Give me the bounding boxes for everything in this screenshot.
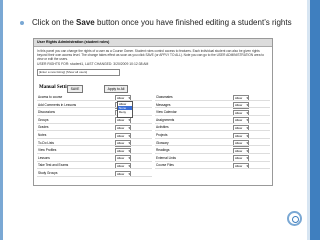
dropdown-option[interactable]: Deny	[118, 110, 132, 114]
rights-row-left: Add Comments in LessonsAllow	[37, 102, 152, 109]
rights-row-left: Study Groups Allow	[37, 170, 152, 177]
users-line: USER RIGHTS FOR: student1, LAST CHANGED:…	[37, 62, 149, 66]
rights-row-right: Classmates Allow	[155, 94, 270, 101]
rights-row-right: View Calendar Allow	[155, 109, 270, 117]
rights-row-right: Projects Allow	[155, 132, 270, 139]
screenshot-intro: In this panel you can change the rights …	[37, 49, 265, 61]
rights-row-left: Groups Allow	[37, 117, 152, 124]
rights-row-left: To-Do Lists Allow	[37, 140, 152, 147]
search-input[interactable]: [Enter a new listing] [Show all users]	[37, 69, 120, 76]
manual-setting-row: Manual Setting SAVE Apply to All	[37, 84, 267, 93]
circle-icon	[292, 216, 299, 223]
rights-row-left: DiscussionsAllow	[37, 109, 152, 117]
rights-row-right: Course Files Allow	[155, 162, 270, 170]
rights-row-left: Grades Allow	[37, 124, 152, 132]
save-button[interactable]: SAVE	[67, 85, 83, 93]
rights-row-left: Notes Allow	[37, 132, 152, 139]
rights-row-left: Lessons Allow	[37, 155, 152, 162]
rights-row-left: View Profiles Allow	[37, 147, 152, 155]
instruction-pre: Click on the	[32, 18, 77, 27]
instruction-bullet: Click on the Save button once you have f…	[20, 18, 310, 27]
slide-nav-button[interactable]	[287, 211, 302, 226]
left-accent-bar	[0, 0, 3, 240]
screenshot-title: User Rights Administration (student role…	[34, 39, 272, 47]
rights-row-left: Access to course Allow	[37, 94, 152, 101]
bullet-icon	[20, 20, 24, 25]
embedded-screenshot: User Rights Administration (student role…	[33, 38, 273, 186]
instruction-bold: Save	[76, 18, 95, 27]
instruction-post: button once you have finished editing a …	[94, 18, 292, 27]
right-accent-bar	[310, 0, 320, 240]
rights-row-right: Readings Allow	[155, 147, 270, 155]
rights-row-right: Activities Allow	[155, 124, 270, 132]
rights-row-right: Messages Allow	[155, 102, 270, 109]
rights-row-right: Glossary Allow	[155, 140, 270, 147]
rights-row-right: Assignments Allow	[155, 117, 270, 124]
rights-row-left: Take Test and Exams Allow	[37, 162, 152, 170]
apply-to-all-button[interactable]: Apply to All	[104, 85, 128, 93]
rights-dropdown-menu[interactable]: Allow None Deny	[117, 101, 133, 118]
rights-row-right: External Links Allow	[155, 155, 270, 162]
